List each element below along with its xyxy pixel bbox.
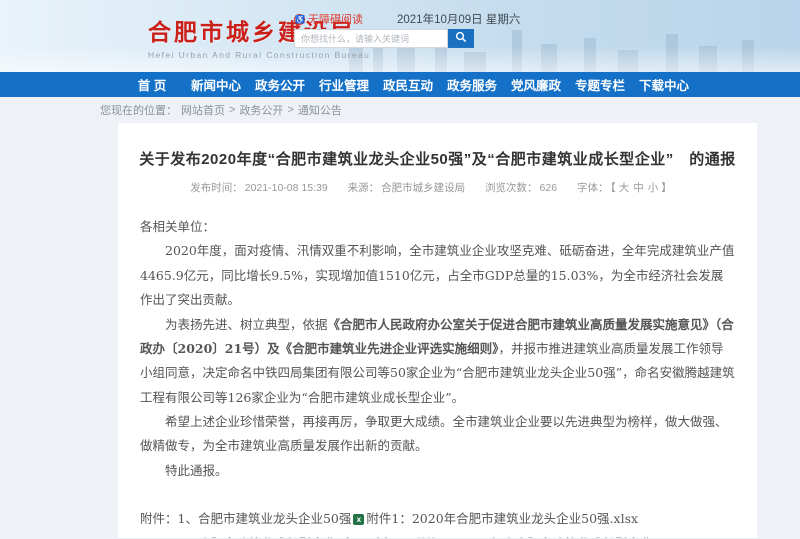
nav-item-interact[interactable]: 政民互动 <box>376 75 440 94</box>
article-title: 关于发布2020年度“合肥市建筑业龙头企业50强”及“合肥市建筑业成长型企业” … <box>118 123 757 169</box>
nav-item-home[interactable]: 首 页 <box>120 75 184 94</box>
bracket: 】 <box>661 182 672 194</box>
bracket: 【 <box>610 182 615 194</box>
paragraph-1: 2020年度，面对疫情、汛情双重不利影响，全市建筑业企业攻坚克难、砥砺奋进，全年… <box>140 239 735 312</box>
breadcrumb-home[interactable]: 网站首页 <box>181 102 225 118</box>
breadcrumb-separator: > <box>287 104 293 116</box>
breadcrumb-prefix: 您现在的位置： <box>100 102 177 118</box>
nav-item-downloads[interactable]: 下载中心 <box>632 75 696 94</box>
nav-item-services[interactable]: 政务服务 <box>440 75 504 94</box>
article-panel: 关于发布2020年度“合肥市建筑业龙头企业50强”及“合肥市建筑业成长型企业” … <box>118 123 757 539</box>
article-meta: 发布时间：2021-10-08 15:39 来源：合肥市城乡建设局 浏览次数：6… <box>118 180 757 195</box>
views-label: 浏览次数： <box>485 182 538 194</box>
source-value: 合肥市城乡建设局 <box>381 182 465 194</box>
publish-time-label: 发布时间： <box>190 182 243 194</box>
main-nav: 首 页 新闻中心 政务公开 行业管理 政民互动 政务服务 党风廉政 专题专栏 下… <box>0 72 800 97</box>
font-size-label: 字体： <box>577 182 609 194</box>
search-bar <box>294 29 474 48</box>
accessibility-icon: ♿ <box>294 14 305 25</box>
font-size-large[interactable]: 大 <box>619 182 630 194</box>
paragraph-4: 特此通报。 <box>140 459 735 483</box>
breadcrumb-section[interactable]: 政务公开 <box>239 102 283 118</box>
breadcrumb: 您现在的位置： 网站首页 > 政务公开 > 通知公告 <box>0 97 800 123</box>
attachments: 附件： 1、 合肥市建筑业龙头企业50强 x 附件1：2020年合肥市建筑业龙头… <box>140 507 735 539</box>
font-size-medium[interactable]: 中 <box>633 182 644 194</box>
source-label: 来源： <box>348 182 380 194</box>
salutation: 各相关单位： <box>140 215 735 239</box>
attachment-name: 合肥市建筑业龙头企业50强 <box>198 507 351 531</box>
attachment-file-link[interactable]: 附件1：2020年合肥市建筑业龙头企业50强.xlsx <box>366 507 638 531</box>
site-subtitle: Hefei Urban And Rural Construction Burea… <box>148 50 370 60</box>
header-banner: 合肥市城乡建设局 Hefei Urban And Rural Construct… <box>0 0 800 72</box>
article-body: 各相关单位： 2020年度，面对疫情、汛情双重不利影响，全市建筑业企业攻坚克难、… <box>118 215 757 539</box>
accessibility-link[interactable]: ♿ 无障碍阅读 <box>294 11 363 27</box>
search-icon <box>455 31 467 46</box>
font-size-controls: 字体：【大中小】 <box>576 182 673 194</box>
attachment-index: 1、 <box>178 507 198 531</box>
paragraph-2-text: 为表扬先进、树立典型，依据 <box>165 317 328 332</box>
attachments-label: 附件： <box>140 507 178 531</box>
attachment-row: 附件： 1、 合肥市建筑业龙头企业50强 x 附件1：2020年合肥市建筑业龙头… <box>140 507 735 531</box>
excel-file-icon: x <box>353 514 364 525</box>
publish-time: 2021-10-08 15:39 <box>245 182 328 194</box>
font-size-small[interactable]: 小 <box>648 182 659 194</box>
page: 合肥市城乡建设局 Hefei Urban And Rural Construct… <box>0 0 800 539</box>
nav-item-party[interactable]: 党风廉政 <box>504 75 568 94</box>
paragraph-3: 希望上述企业珍惜荣誉，再接再厉，争取更大成绩。全市建筑业企业要以先进典型为榜样，… <box>140 410 735 459</box>
breadcrumb-current[interactable]: 通知公告 <box>298 102 342 118</box>
search-button[interactable] <box>448 29 474 48</box>
accessibility-label: 无障碍阅读 <box>308 11 363 27</box>
breadcrumb-separator: > <box>229 104 235 116</box>
current-date: 2021年10月09日 星期六 <box>397 11 520 27</box>
views-count: 626 <box>540 182 558 194</box>
nav-item-gov-info[interactable]: 政务公开 <box>248 75 312 94</box>
paragraph-2: 为表扬先进、树立典型，依据《合肥市人民政府办公室关于促进合肥市建筑业高质量发展实… <box>140 313 735 411</box>
nav-item-special[interactable]: 专题专栏 <box>568 75 632 94</box>
search-input[interactable] <box>294 29 448 48</box>
nav-item-news[interactable]: 新闻中心 <box>184 75 248 94</box>
nav-item-industry[interactable]: 行业管理 <box>312 75 376 94</box>
